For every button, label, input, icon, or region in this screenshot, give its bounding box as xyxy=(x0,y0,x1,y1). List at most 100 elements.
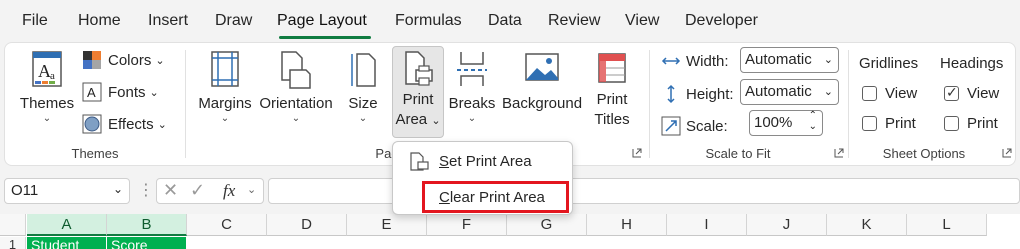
column-header-g[interactable]: G xyxy=(507,214,587,236)
size-icon xyxy=(351,53,376,87)
chevron-down-icon: ⌄ xyxy=(42,113,52,124)
themes-label: Themes xyxy=(19,95,75,112)
tab-review[interactable]: Review xyxy=(548,12,600,30)
column-header-i[interactable]: I xyxy=(667,214,747,236)
tab-view[interactable]: View xyxy=(625,12,659,30)
spinner-arrows-icon[interactable]: ⌃ ⌄ xyxy=(809,110,817,132)
width-select[interactable]: Automatic ⌄ xyxy=(740,47,839,73)
column-header-e[interactable]: E xyxy=(347,214,427,236)
tab-home[interactable]: Home xyxy=(78,12,121,30)
tab-page-layout[interactable]: Page Layout xyxy=(277,12,367,30)
page-setup-dialog-launcher-icon[interactable] xyxy=(632,148,642,158)
print-area-icon xyxy=(405,51,433,86)
colors-icon xyxy=(83,51,101,69)
print-titles-icon xyxy=(598,53,626,83)
chevron-down-icon: ⌄ xyxy=(431,115,441,127)
headings-view-checkbox[interactable]: View xyxy=(944,84,1000,102)
orientation-button[interactable]: Orientation ⌄ xyxy=(258,50,334,124)
column-header-k[interactable]: K xyxy=(827,214,907,236)
fonts-label: Fonts xyxy=(108,83,146,101)
chevron-down-icon: ⌄ xyxy=(291,113,301,124)
scale-label: Scale: xyxy=(686,117,728,135)
name-box[interactable]: O11 ⌄ xyxy=(4,178,130,204)
gridlines-heading: Gridlines xyxy=(859,55,919,72)
cell-a1[interactable]: Student xyxy=(27,237,106,249)
column-header-a[interactable]: A xyxy=(27,214,107,236)
print-area-label-line-2: Area xyxy=(395,111,428,128)
checkbox-box[interactable] xyxy=(944,116,959,131)
height-label: Height: xyxy=(686,85,734,103)
size-button[interactable]: Size ⌄ xyxy=(342,50,384,124)
tab-data[interactable]: Data xyxy=(488,12,522,30)
background-label: Background xyxy=(502,95,583,112)
enter-icon[interactable]: ✓ xyxy=(190,180,205,201)
column-header-f[interactable]: F xyxy=(427,214,507,236)
chevron-down-icon[interactable]: ⌄ xyxy=(247,183,256,196)
svg-text:A: A xyxy=(87,85,96,100)
themes-group-label: Themes xyxy=(71,146,119,161)
select-all-corner[interactable] xyxy=(0,214,26,236)
chevron-down-icon: ⌄ xyxy=(220,113,230,124)
insert-function-icon[interactable]: fx xyxy=(223,181,235,201)
themes-button[interactable]: A a Themes ⌄ xyxy=(18,50,76,124)
colors-button[interactable]: Colors ⌄ xyxy=(82,50,165,70)
fonts-button[interactable]: A Fonts ⌄ xyxy=(82,82,159,102)
chevron-down-icon[interactable]: ⌄ xyxy=(113,182,123,196)
row-header-1[interactable]: 1 xyxy=(0,237,26,249)
cancel-icon[interactable]: ✕ xyxy=(163,180,178,201)
orientation-icon xyxy=(281,51,311,89)
headings-view-label: View xyxy=(967,85,1000,102)
margins-button[interactable]: Margins ⌄ xyxy=(196,50,254,124)
chevron-down-icon: ⌄ xyxy=(155,54,165,67)
cell-b1[interactable]: Score xyxy=(107,237,186,249)
column-header-c[interactable]: C xyxy=(187,214,267,236)
checkbox-checked[interactable] xyxy=(944,84,959,101)
headings-print-checkbox[interactable]: Print xyxy=(944,115,998,132)
group-separator xyxy=(185,50,186,158)
fonts-icon: A xyxy=(82,82,102,102)
gridlines-view-checkbox[interactable]: View xyxy=(862,85,917,102)
tab-draw[interactable]: Draw xyxy=(215,12,252,30)
print-area-label-line-1: Print xyxy=(402,91,434,108)
more-options-icon[interactable]: ⋮ xyxy=(138,180,154,200)
highlight-box xyxy=(422,181,569,213)
column-header-l[interactable]: L xyxy=(907,214,987,236)
tab-insert[interactable]: Insert xyxy=(148,12,188,30)
tab-file[interactable]: File xyxy=(22,12,48,30)
group-separator xyxy=(649,50,650,158)
height-select[interactable]: Automatic ⌄ xyxy=(740,79,839,105)
gridlines-print-checkbox[interactable]: Print xyxy=(862,115,916,132)
effects-label: Effects xyxy=(108,115,154,133)
checkbox-box[interactable] xyxy=(862,116,877,131)
background-button[interactable]: Background xyxy=(502,50,582,114)
menu-bar: File Home Insert Draw Page Layout Formul… xyxy=(0,0,1020,42)
column-header-h[interactable]: H xyxy=(587,214,667,236)
headings-heading: Headings xyxy=(940,55,1004,72)
margins-icon xyxy=(211,51,239,87)
group-separator xyxy=(848,50,849,158)
effects-icon xyxy=(82,114,102,134)
name-box-value: O11 xyxy=(11,182,39,199)
column-header-b[interactable]: B xyxy=(107,214,187,236)
set-print-area-label: et Print Area xyxy=(449,153,532,170)
column-header-d[interactable]: D xyxy=(267,214,347,236)
formula-input[interactable] xyxy=(268,178,1020,204)
margins-label: Margins xyxy=(198,95,252,112)
print-titles-button[interactable]: Print Titles xyxy=(588,50,636,130)
scale-dialog-launcher-icon[interactable] xyxy=(834,148,844,158)
tab-formulas[interactable]: Formulas xyxy=(395,12,462,30)
tab-developer[interactable]: Developer xyxy=(685,12,758,30)
width-icon xyxy=(661,57,681,65)
effects-button[interactable]: Effects ⌄ xyxy=(82,114,167,134)
scale-spinner[interactable]: 100% ⌃ ⌄ xyxy=(749,110,823,136)
chevron-down-icon: ⌄ xyxy=(823,86,833,98)
sheet-options-dialog-launcher-icon[interactable] xyxy=(1002,148,1012,158)
set-print-area-menu-item[interactable]: Set Print Area xyxy=(393,148,574,176)
print-area-button[interactable]: Print Area ⌄ xyxy=(392,50,444,130)
headings-print-label: Print xyxy=(967,115,998,132)
breaks-button[interactable]: Breaks ⌄ xyxy=(448,50,496,124)
column-header-j[interactable]: J xyxy=(747,214,827,236)
print-titles-label-line-2: Titles xyxy=(594,111,630,128)
width-value: Automatic xyxy=(745,51,812,68)
checkbox-box[interactable] xyxy=(862,86,877,101)
